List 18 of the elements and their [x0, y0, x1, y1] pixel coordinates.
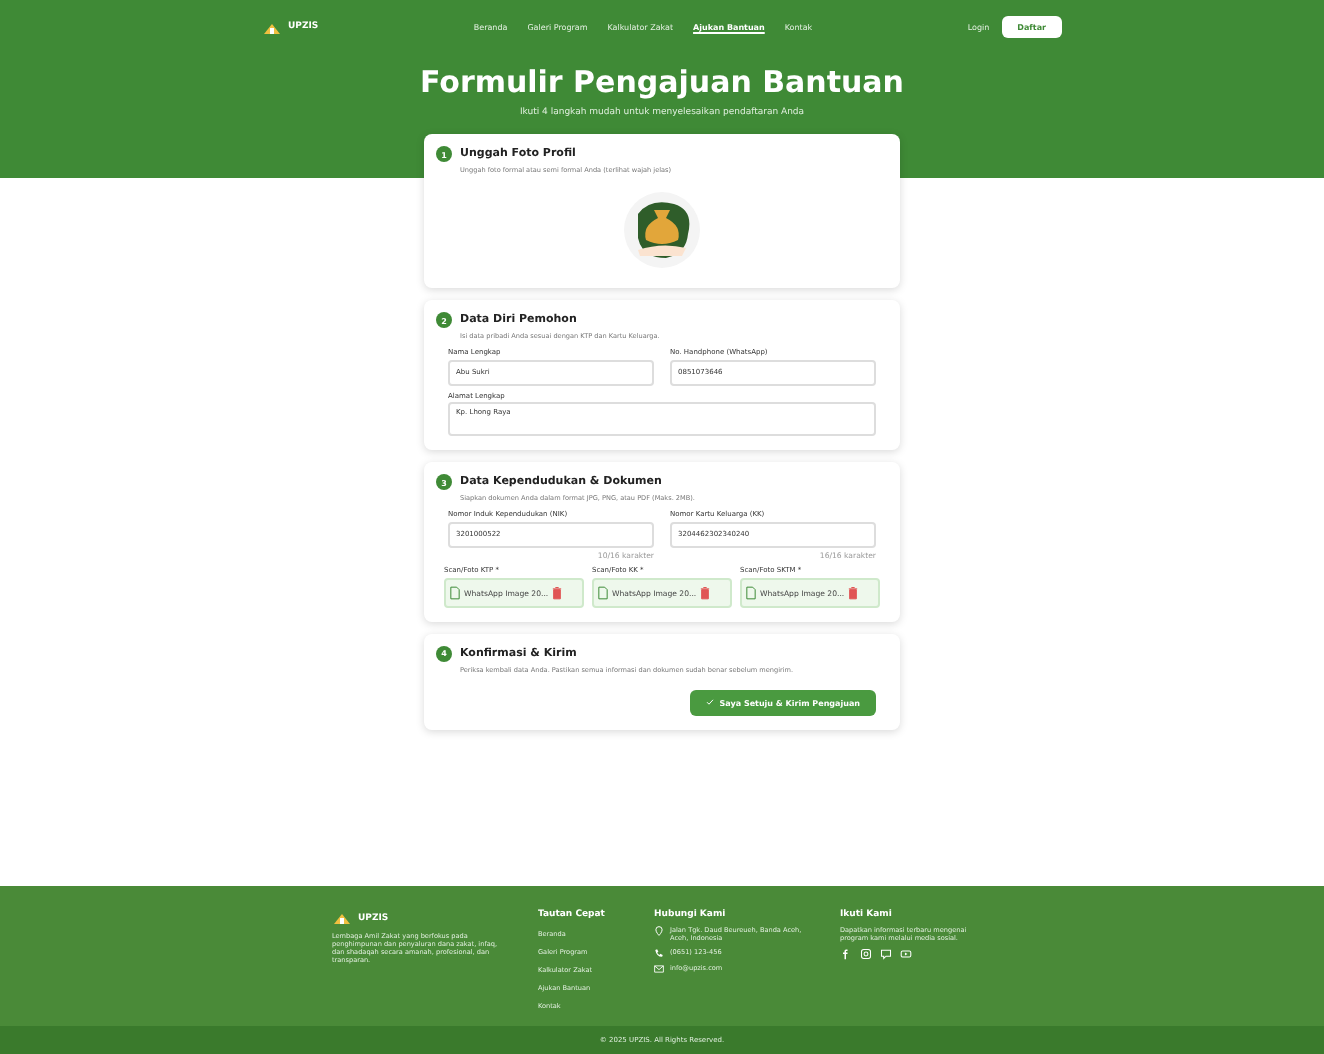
phone-icon: [654, 948, 664, 958]
instagram-icon[interactable]: [860, 948, 872, 960]
mail-icon: [654, 964, 664, 974]
chat-icon[interactable]: [880, 948, 892, 960]
file-icon: [598, 585, 608, 599]
logo-icon: [332, 910, 352, 926]
trash-icon[interactable]: [552, 585, 563, 599]
facebook-icon[interactable]: [840, 948, 852, 960]
logo-icon: [262, 19, 282, 35]
check-icon: [705, 698, 714, 707]
money-bag-drawing: [622, 190, 702, 270]
file-icon: [450, 585, 460, 599]
page-title: Formulir Pengajuan Bantuan: [420, 66, 904, 100]
file-icon: [746, 585, 756, 599]
trash-icon[interactable]: [848, 585, 859, 599]
video-icon[interactable]: [900, 948, 912, 960]
location-pin-icon: [654, 926, 664, 936]
trash-icon[interactable]: [700, 585, 711, 599]
